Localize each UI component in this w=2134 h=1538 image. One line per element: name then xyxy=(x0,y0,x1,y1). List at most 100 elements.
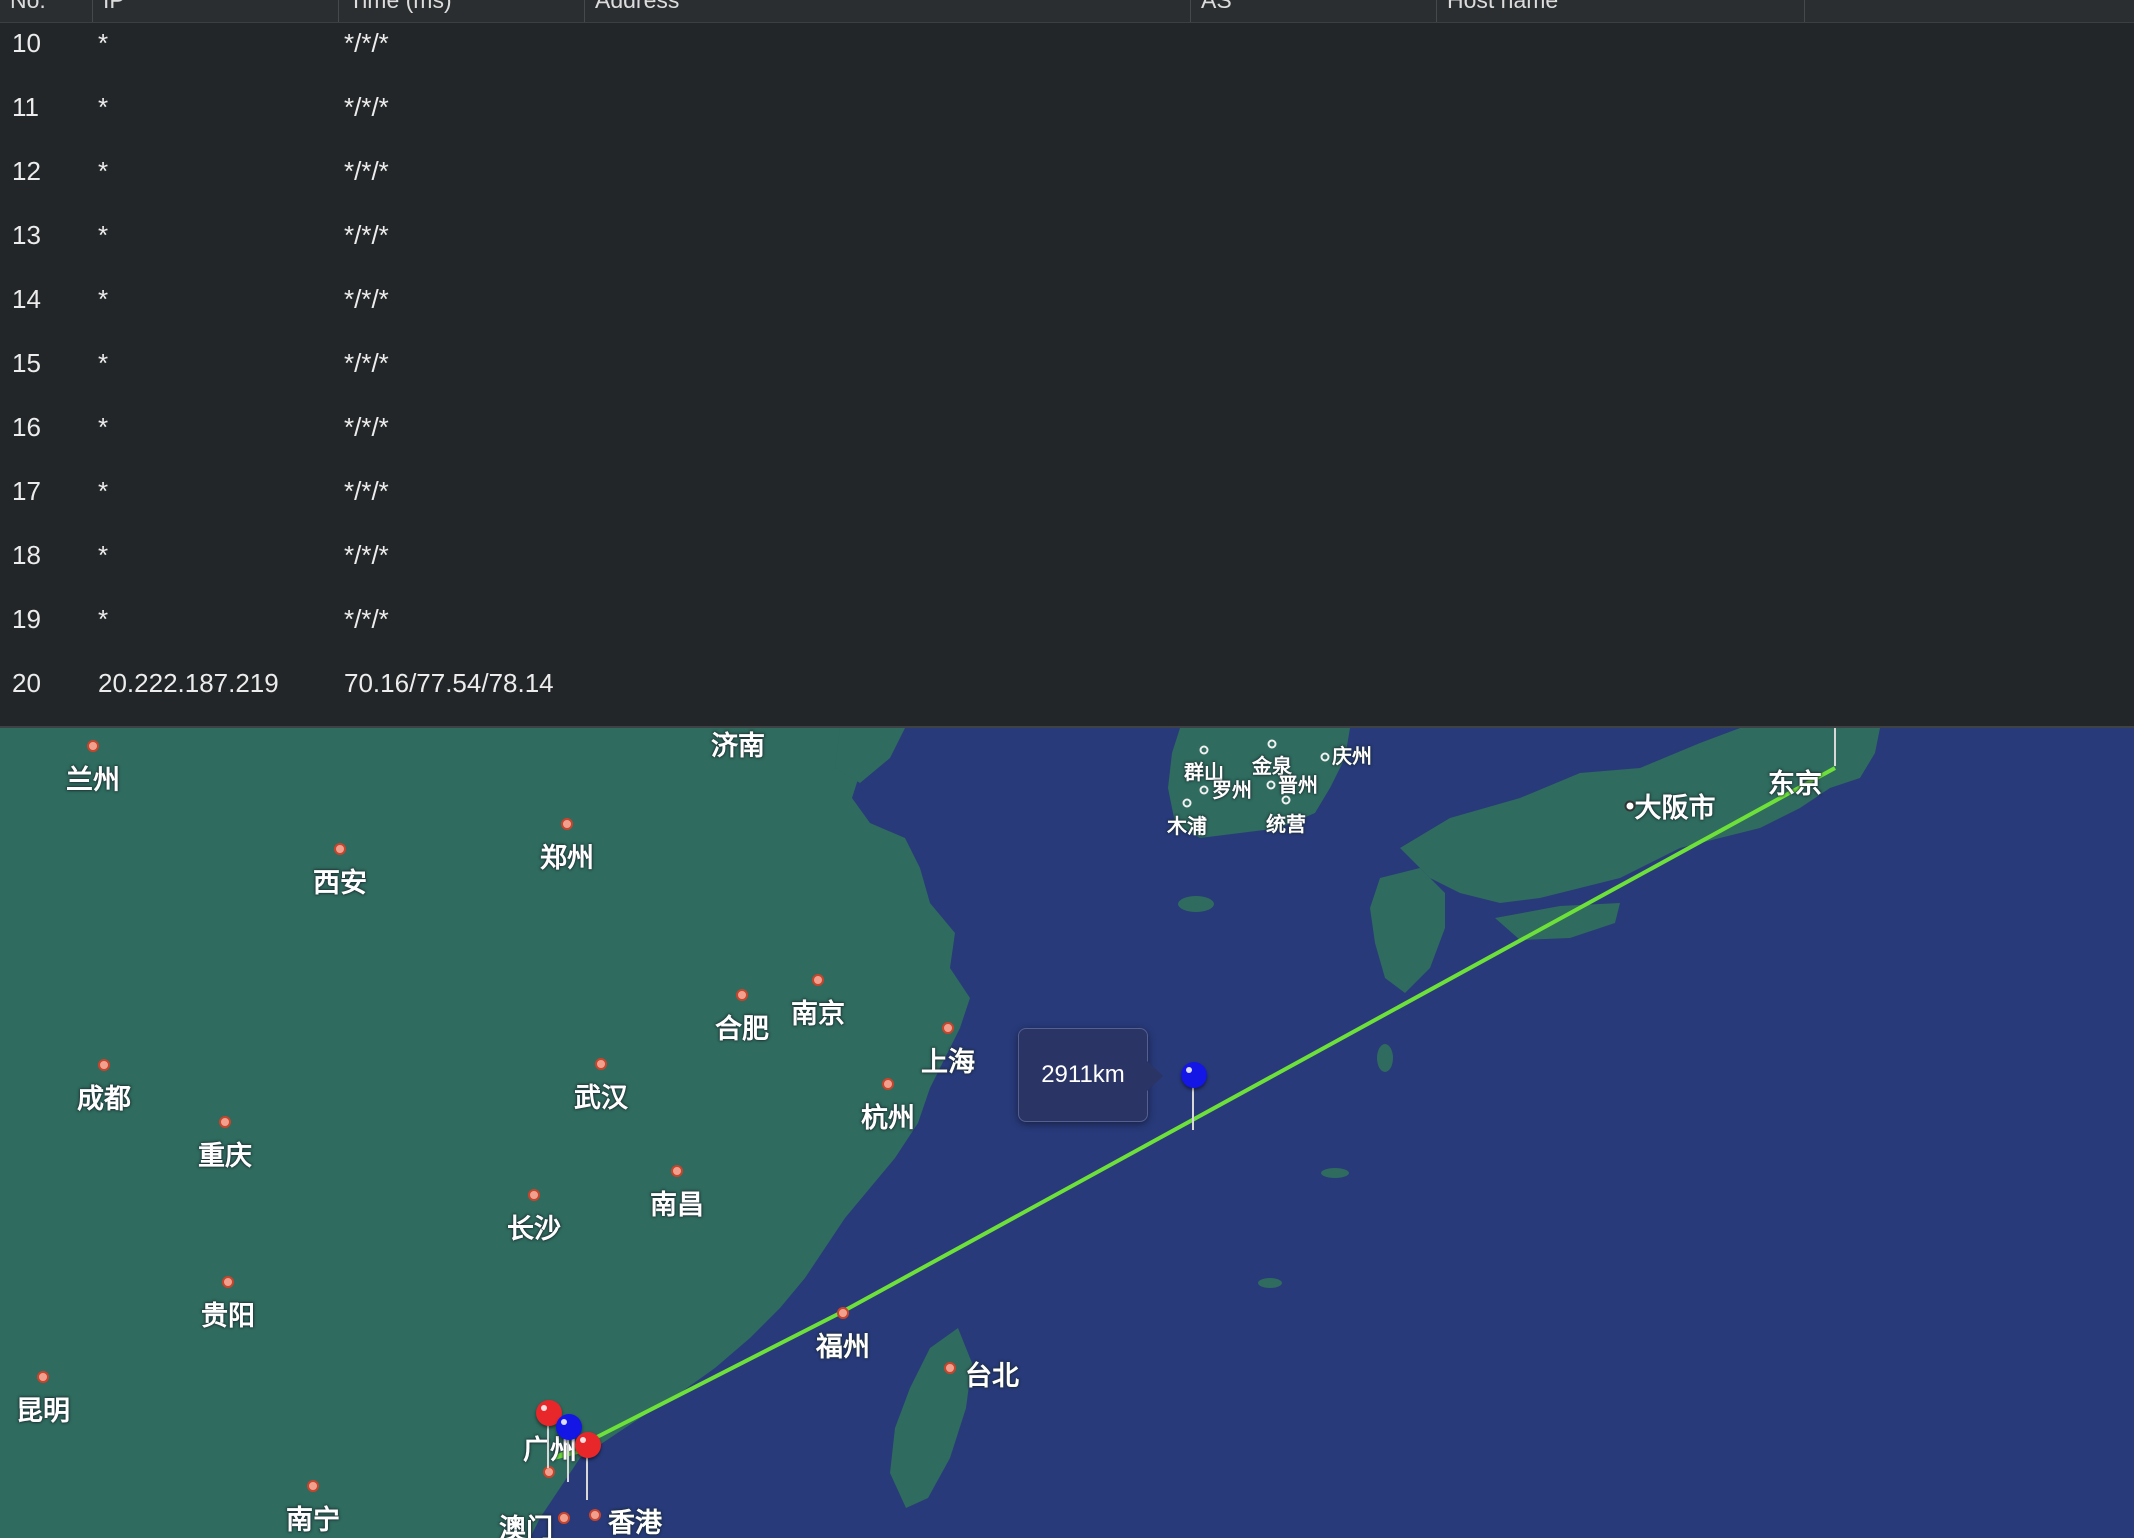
table-body: 10 * */*/* 11 * */*/* 12 * */*/* 13 * */… xyxy=(0,22,2134,726)
city-label: 上海 xyxy=(921,1047,975,1077)
city-marker xyxy=(87,740,99,752)
pin-stick xyxy=(586,1454,588,1500)
city-label: 兰州 xyxy=(66,765,120,795)
city-label: 合肥 xyxy=(715,1014,769,1044)
hop-ip: * xyxy=(98,348,109,378)
city-marker xyxy=(1281,795,1291,805)
table-header: No. IP Time (ms) Address AS Host name xyxy=(0,0,2134,23)
hop-time: */*/* xyxy=(344,284,389,314)
city-label: 东京 xyxy=(1768,769,1822,799)
city-label: 南昌 xyxy=(650,1190,704,1220)
column-header-extra xyxy=(1804,0,2134,22)
hop-ip: * xyxy=(98,540,109,570)
column-header-as[interactable]: AS xyxy=(1190,0,1436,22)
city-label: 昆明 xyxy=(16,1396,70,1426)
hop-number: 20 xyxy=(12,668,41,698)
city-marker xyxy=(1182,798,1192,808)
city-marker xyxy=(558,1512,570,1524)
table-row[interactable]: 20 20.222.187.219 70.16/77.54/78.14 xyxy=(0,662,2134,726)
hop-number: 10 xyxy=(12,28,41,58)
table-row[interactable]: 19 * */*/* xyxy=(0,598,2134,662)
hop-table: No. IP Time (ms) Address AS Host name 10… xyxy=(0,0,2134,727)
route-map[interactable]: 兰州 济南 西安 郑州 合肥 南京 上海 杭州 成都 重庆 武汉 长沙 南昌 贵… xyxy=(0,728,2134,1538)
city-marker xyxy=(944,1362,956,1374)
city-marker xyxy=(812,974,824,986)
column-header-address[interactable]: Address xyxy=(584,0,1190,22)
city-marker xyxy=(219,1116,231,1128)
hop-time: */*/* xyxy=(344,348,389,378)
hop-number: 16 xyxy=(12,412,41,442)
city-label: 贵阳 xyxy=(201,1301,255,1331)
table-row[interactable]: 16 * */*/* xyxy=(0,406,2134,470)
city-label: 杭州 xyxy=(861,1103,915,1133)
hop-time: */*/* xyxy=(344,604,389,634)
hop-number: 18 xyxy=(12,540,41,570)
city-label: 成都 xyxy=(77,1084,131,1114)
hop-time: */*/* xyxy=(344,92,389,122)
city-marker xyxy=(837,1307,849,1319)
table-row[interactable]: 14 * */*/* xyxy=(0,278,2134,342)
city-label: 长沙 xyxy=(507,1214,561,1244)
table-row[interactable]: 15 * */*/* xyxy=(0,342,2134,406)
column-header-host-name[interactable]: Host name xyxy=(1436,0,1804,22)
hop-ip: * xyxy=(98,220,109,250)
city-label: 郑州 xyxy=(540,843,594,873)
city-marker xyxy=(1199,785,1209,795)
landmass-jeju xyxy=(1178,896,1214,912)
hop-number: 13 xyxy=(12,220,41,250)
city-marker xyxy=(589,1509,601,1521)
city-marker xyxy=(1199,745,1209,755)
hop-number: 14 xyxy=(12,284,41,314)
hop-ip: * xyxy=(98,156,109,186)
pin-head xyxy=(1181,1062,1207,1088)
column-header-ip[interactable]: IP xyxy=(92,0,338,22)
city-marker xyxy=(1320,752,1330,762)
hop-number: 17 xyxy=(12,476,41,506)
column-header-time[interactable]: Time (ms) xyxy=(338,0,584,22)
city-label: 庆州 xyxy=(1332,746,1372,768)
distance-label: 2911km xyxy=(1041,1061,1125,1088)
table-row[interactable]: 12 * */*/* xyxy=(0,150,2134,214)
distance-callout[interactable]: 2911km xyxy=(1018,1028,1163,1122)
table-row[interactable]: 10 * */*/* xyxy=(0,22,2134,86)
hop-time: */*/* xyxy=(344,540,389,570)
map-pin-midpoint[interactable] xyxy=(1178,1062,1208,1132)
hop-time: */*/* xyxy=(344,476,389,506)
table-row[interactable]: 13 * */*/* xyxy=(0,214,2134,278)
map-canvas xyxy=(0,728,2134,1538)
city-label: 武汉 xyxy=(574,1083,628,1113)
hop-number: 15 xyxy=(12,348,41,378)
hop-ip: * xyxy=(98,412,109,442)
city-label: 罗州 xyxy=(1212,780,1252,802)
city-marker xyxy=(595,1058,607,1070)
city-label: 澳门 xyxy=(499,1514,553,1538)
hop-ip: * xyxy=(98,604,109,634)
city-marker xyxy=(671,1165,683,1177)
column-header-no[interactable]: No. xyxy=(0,0,92,22)
pin-stick xyxy=(1192,1084,1194,1130)
landmass-island xyxy=(1321,1168,1349,1178)
map-pin-destination[interactable] xyxy=(1820,728,1850,768)
landmass-island xyxy=(1258,1278,1282,1288)
city-marker xyxy=(37,1371,49,1383)
pin-stick xyxy=(1834,728,1836,766)
hop-time: 70.16/77.54/78.14 xyxy=(344,668,554,698)
hop-number: 12 xyxy=(12,156,41,186)
table-row[interactable]: 17 * */*/* xyxy=(0,470,2134,534)
table-row[interactable]: 18 * */*/* xyxy=(0,534,2134,598)
hop-ip: * xyxy=(98,28,109,58)
city-marker xyxy=(1266,780,1276,790)
hop-ip: * xyxy=(98,476,109,506)
city-marker xyxy=(528,1189,540,1201)
city-label: 重庆 xyxy=(198,1141,252,1171)
city-marker xyxy=(98,1059,110,1071)
pin-head xyxy=(575,1432,601,1458)
hop-ip: * xyxy=(98,284,109,314)
hop-time: */*/* xyxy=(344,220,389,250)
table-row[interactable]: 11 * */*/* xyxy=(0,86,2134,150)
map-pin-hop[interactable] xyxy=(572,1432,602,1502)
hop-number: 19 xyxy=(12,604,41,634)
hop-number: 11 xyxy=(12,92,39,122)
hop-ip: 20.222.187.219 xyxy=(98,668,279,698)
city-label: 西安 xyxy=(313,868,367,898)
